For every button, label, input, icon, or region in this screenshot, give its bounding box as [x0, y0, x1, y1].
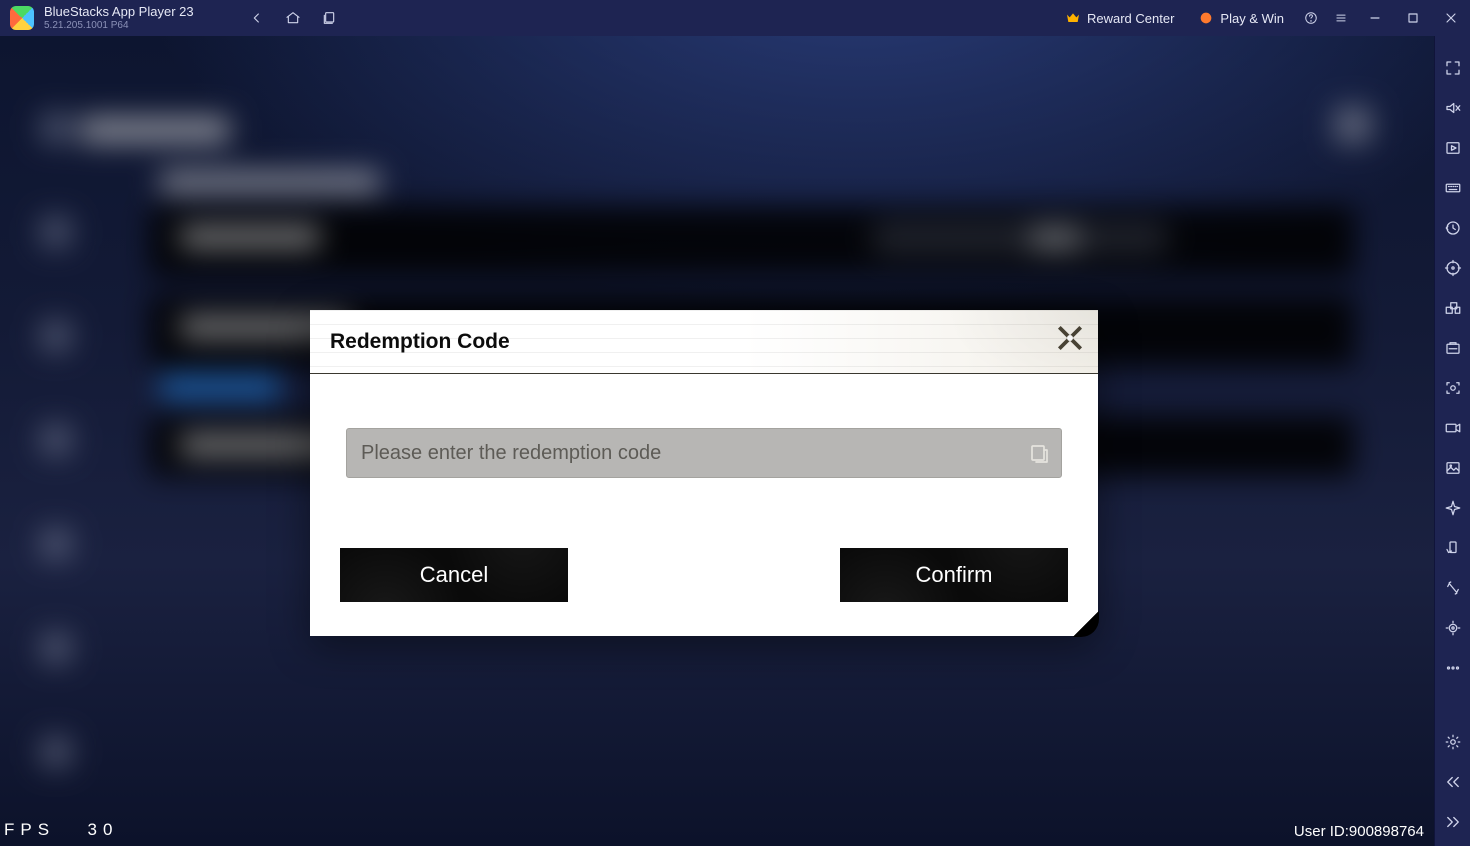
settings-gear-icon[interactable] — [1439, 728, 1467, 756]
play-win-button[interactable]: Play & Win — [1186, 6, 1296, 30]
fullscreen-icon[interactable] — [1439, 54, 1467, 82]
titlebar-title: BlueStacks App Player 23 5.21.205.1001 P… — [44, 5, 224, 30]
dialog-title: Redemption Code — [330, 330, 510, 354]
game-viewport: Redemption Code Cancel Con — [0, 36, 1434, 846]
multi-instance-icon[interactable] — [1439, 294, 1467, 322]
redemption-code-field-wrapper — [346, 428, 1062, 478]
app-version: 5.21.205.1001 P64 — [44, 20, 224, 31]
fps-value: 30 — [88, 820, 119, 839]
fps-counter: FPS 30 — [4, 820, 118, 840]
screenshot-icon[interactable] — [1439, 374, 1467, 402]
bluestacks-logo-icon — [10, 6, 34, 30]
cancel-button[interactable]: Cancel — [340, 548, 568, 602]
titlebar: BlueStacks App Player 23 5.21.205.1001 P… — [0, 0, 1470, 36]
play-win-icon — [1198, 10, 1214, 26]
image-icon[interactable] — [1439, 454, 1467, 482]
user-id-label: User ID: — [1294, 823, 1349, 840]
airplane-icon[interactable] — [1439, 494, 1467, 522]
fps-label: FPS — [4, 820, 55, 839]
maximize-button[interactable] — [1394, 3, 1432, 33]
reward-center-label: Reward Center — [1087, 11, 1174, 26]
location-icon[interactable] — [1439, 614, 1467, 642]
home-button[interactable] — [278, 3, 308, 33]
crown-icon — [1065, 10, 1081, 26]
apk-install-icon[interactable] — [1439, 334, 1467, 362]
redemption-code-input[interactable] — [361, 442, 1027, 465]
dialog-close-button[interactable] — [1048, 316, 1092, 360]
history-icon[interactable] — [1439, 214, 1467, 242]
app-name: BlueStacks App Player 23 — [44, 5, 224, 19]
user-id-display: User ID:900898764 — [1294, 823, 1424, 840]
confirm-button[interactable]: Confirm — [840, 548, 1068, 602]
shake-icon[interactable] — [1439, 574, 1467, 602]
collapse-right-icon[interactable] — [1439, 768, 1467, 796]
rotate-icon[interactable] — [1439, 534, 1467, 562]
user-id-value: 900898764 — [1349, 823, 1424, 840]
collapse-icon[interactable] — [1439, 808, 1467, 836]
sidebar-tools — [1434, 36, 1470, 846]
target-icon[interactable] — [1439, 254, 1467, 282]
close-x-icon — [1055, 323, 1085, 353]
volume-mute-icon[interactable] — [1439, 94, 1467, 122]
hamburger-menu-button[interactable] — [1326, 3, 1356, 33]
paste-icon[interactable] — [1027, 441, 1051, 465]
record-icon[interactable] — [1439, 414, 1467, 442]
recents-button[interactable] — [314, 3, 344, 33]
play-box-icon[interactable] — [1439, 134, 1467, 162]
minimize-button[interactable] — [1356, 3, 1394, 33]
reward-center-button[interactable]: Reward Center — [1053, 6, 1186, 30]
keyboard-icon[interactable] — [1439, 174, 1467, 202]
help-button[interactable] — [1296, 3, 1326, 33]
play-win-label: Play & Win — [1220, 11, 1284, 26]
more-icon[interactable] — [1439, 654, 1467, 682]
back-button[interactable] — [242, 3, 272, 33]
redemption-code-dialog: Redemption Code Cancel Con — [310, 310, 1098, 636]
close-window-button[interactable] — [1432, 3, 1470, 33]
